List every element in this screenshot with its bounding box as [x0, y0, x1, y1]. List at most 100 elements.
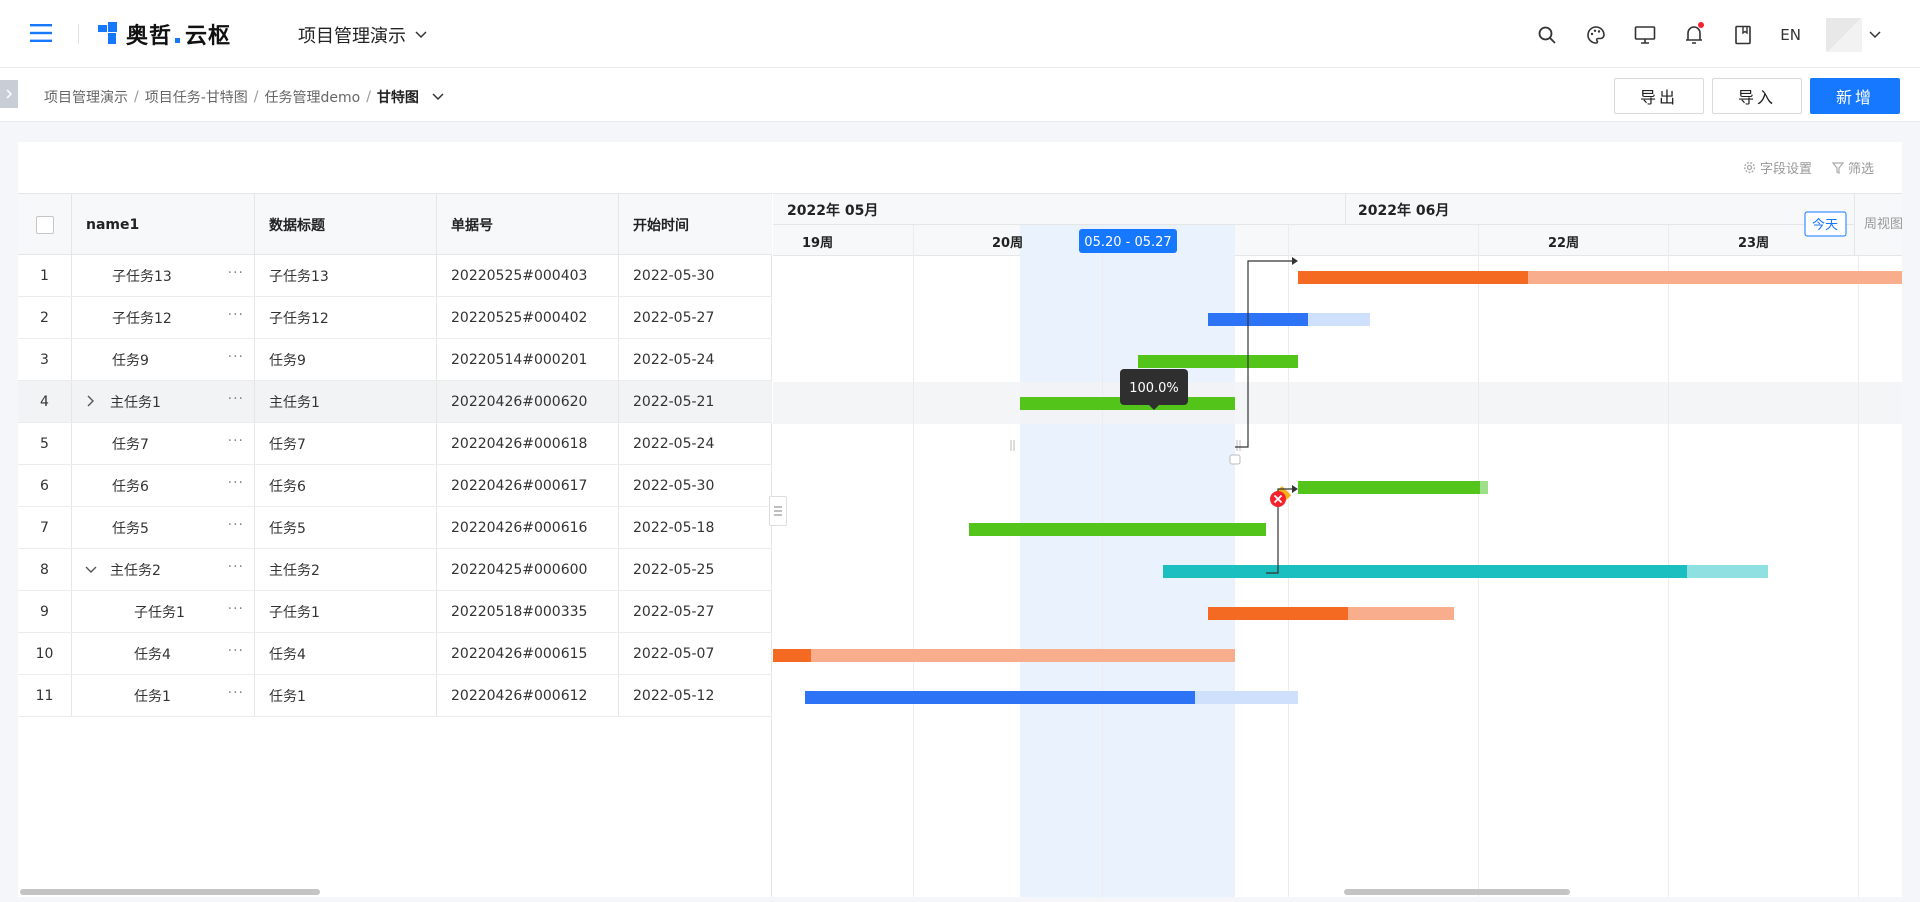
select-all-checkbox[interactable] — [35, 216, 54, 234]
language-switch[interactable]: EN — [1780, 26, 1801, 44]
more-icon[interactable]: ··· — [228, 517, 244, 533]
expand-icon[interactable] — [86, 395, 96, 407]
task-name[interactable]: 主任务1 — [110, 392, 161, 412]
title-cell: 子任务1 — [255, 591, 437, 632]
more-icon[interactable]: ··· — [228, 349, 244, 365]
name-cell[interactable]: 任务5 ··· — [72, 507, 255, 548]
task-name[interactable]: 任务7 — [112, 434, 149, 454]
column-header-code[interactable]: 单据号 — [437, 194, 619, 256]
export-button[interactable]: 导出 — [1614, 78, 1704, 114]
progress-handle[interactable] — [1229, 454, 1241, 465]
table-row[interactable]: 8 主任务2 ··· 主任务2 20220425#000600 2022-05-25 — [18, 549, 772, 591]
table-row[interactable]: 7 任务5 ··· 任务5 20220426#000616 2022-05-18 — [18, 507, 772, 549]
table-row[interactable]: 4 主任务1 ··· 主任务1 20220426#000620 2022-05-21 — [18, 381, 772, 423]
name-cell[interactable]: 主任务2 ··· — [72, 549, 255, 590]
name-cell[interactable]: 任务6 ··· — [72, 465, 255, 506]
name-cell[interactable]: 子任务1 ··· — [72, 591, 255, 632]
task-name[interactable]: 任务6 — [112, 476, 149, 496]
divider — [78, 24, 79, 44]
start-cell: 2022-05-24 — [633, 351, 715, 368]
task-bar-progress[interactable] — [1163, 565, 1687, 578]
breadcrumb-current[interactable]: 甘特图 — [377, 87, 419, 107]
task-name[interactable]: 任务1 — [134, 686, 171, 706]
task-bar-progress[interactable] — [1138, 355, 1298, 368]
chart-scrollbar[interactable] — [1344, 889, 1570, 895]
name-cell[interactable]: 子任务13 ··· — [72, 255, 255, 296]
bell-icon[interactable] — [1682, 22, 1706, 47]
title-cell: 任务5 — [255, 507, 437, 548]
more-icon[interactable]: ··· — [228, 265, 244, 281]
field-settings-button[interactable]: 字段设置 — [1743, 158, 1812, 177]
task-name[interactable]: 主任务2 — [110, 560, 161, 580]
grid-collapse-handle[interactable] — [769, 496, 787, 526]
monitor-icon[interactable] — [1633, 23, 1657, 47]
column-header-name1[interactable]: name1 — [72, 194, 255, 256]
table-row[interactable]: 5 任务7 ··· 任务7 20220426#000618 2022-05-24 — [18, 423, 772, 465]
add-button[interactable]: 新增 — [1810, 78, 1900, 114]
bookmark-icon[interactable] — [1731, 23, 1755, 47]
field-settings-label: 字段设置 — [1759, 162, 1812, 177]
task-bar-progress[interactable] — [969, 523, 1266, 536]
column-header-start[interactable]: 开始时间 — [619, 194, 772, 256]
name-cell[interactable]: 任务7 ··· — [72, 423, 255, 464]
table-row[interactable]: 9 子任务1 ··· 子任务1 20220518#000335 2022-05-27 — [18, 591, 772, 633]
more-icon[interactable]: ··· — [228, 307, 244, 323]
chevron-down-icon[interactable] — [431, 92, 445, 102]
name-cell[interactable]: 任务1 ··· — [72, 675, 255, 716]
task-name[interactable]: 任务5 — [112, 518, 149, 538]
more-icon[interactable]: ··· — [228, 685, 244, 701]
task-bar-progress[interactable] — [773, 649, 811, 662]
sidebar-toggle[interactable] — [0, 80, 18, 108]
search-icon[interactable] — [1535, 23, 1559, 47]
more-icon[interactable]: ··· — [228, 391, 244, 407]
table-row[interactable]: 6 任务6 ··· 任务6 20220426#000617 2022-05-30 — [18, 465, 772, 507]
menu-icon[interactable] — [30, 23, 52, 43]
name-cell[interactable]: 任务9 ··· — [72, 339, 255, 380]
list-icon — [774, 506, 782, 516]
column-header-title[interactable]: 数据标题 — [255, 194, 437, 256]
name-cell[interactable]: 子任务12 ··· — [72, 297, 255, 338]
task-bar-track[interactable] — [773, 649, 1235, 662]
table-row[interactable]: 2 子任务12 ··· 子任务12 20220525#000402 2022-05-27 — [18, 297, 772, 339]
breadcrumb-item[interactable]: 项目管理演示 — [44, 87, 128, 107]
task-bar-progress[interactable] — [1298, 271, 1528, 284]
more-icon[interactable]: ··· — [228, 601, 244, 617]
breadcrumb-item[interactable]: 任务管理demo — [265, 87, 361, 107]
more-icon[interactable]: ··· — [228, 643, 244, 659]
task-bar-progress[interactable] — [1208, 313, 1308, 326]
code-cell: 20220525#000403 — [437, 255, 619, 296]
table-row[interactable]: 3 任务9 ··· 任务9 20220514#000201 2022-05-24 — [18, 339, 772, 381]
task-bar-progress[interactable] — [805, 691, 1195, 704]
table-row[interactable]: 10 任务4 ··· 任务4 20220426#000615 2022-05-07 — [18, 633, 772, 675]
filter-button[interactable]: 筛选 — [1831, 158, 1874, 177]
grid-scrollbar[interactable] — [20, 889, 320, 895]
breadcrumb-separator: / — [253, 89, 259, 105]
code-cell: 20220425#000600 — [437, 549, 619, 590]
task-name[interactable]: 子任务1 — [134, 602, 185, 622]
title-cell: 子任务12 — [255, 297, 437, 338]
task-bar-progress[interactable] — [1298, 481, 1480, 494]
task-name[interactable]: 子任务12 — [112, 308, 172, 328]
project-selector[interactable]: 项目管理演示 — [298, 22, 428, 48]
palette-icon[interactable] — [1584, 23, 1608, 47]
task-name[interactable]: 子任务13 — [112, 266, 172, 286]
more-icon[interactable]: ··· — [228, 475, 244, 491]
task-name[interactable]: 任务4 — [134, 644, 171, 664]
task-name[interactable]: 任务9 — [112, 350, 149, 370]
top-bar: 奥哲 云枢 项目管理演示 EN — [0, 0, 1920, 68]
breadcrumb-item[interactable]: 项目任务-甘特图 — [145, 87, 248, 107]
table-row[interactable]: 1 子任务13 ··· 子任务13 20220525#000403 2022-05-30 — [18, 255, 772, 297]
import-button[interactable]: 导入 — [1712, 78, 1802, 114]
gantt-chart: 2022年 05月2022年 06月19周20周22周23周24周05.20 -… — [773, 193, 1902, 897]
table-row[interactable]: 11 任务1 ··· 任务1 20220426#000612 2022-05-12 — [18, 675, 772, 717]
collapse-icon[interactable] — [85, 565, 97, 575]
name-cell[interactable]: 主任务1 ··· — [72, 381, 255, 422]
view-switch: 周视图 — [1864, 217, 1902, 232]
task-bar-progress[interactable] — [1208, 607, 1348, 620]
code-cell: 20220426#000617 — [437, 465, 619, 506]
breadcrumb-separator: / — [134, 89, 139, 105]
user-avatar[interactable] — [1826, 18, 1882, 52]
name-cell[interactable]: 任务4 ··· — [72, 633, 255, 674]
more-icon[interactable]: ··· — [228, 433, 244, 449]
more-icon[interactable]: ··· — [228, 559, 244, 575]
